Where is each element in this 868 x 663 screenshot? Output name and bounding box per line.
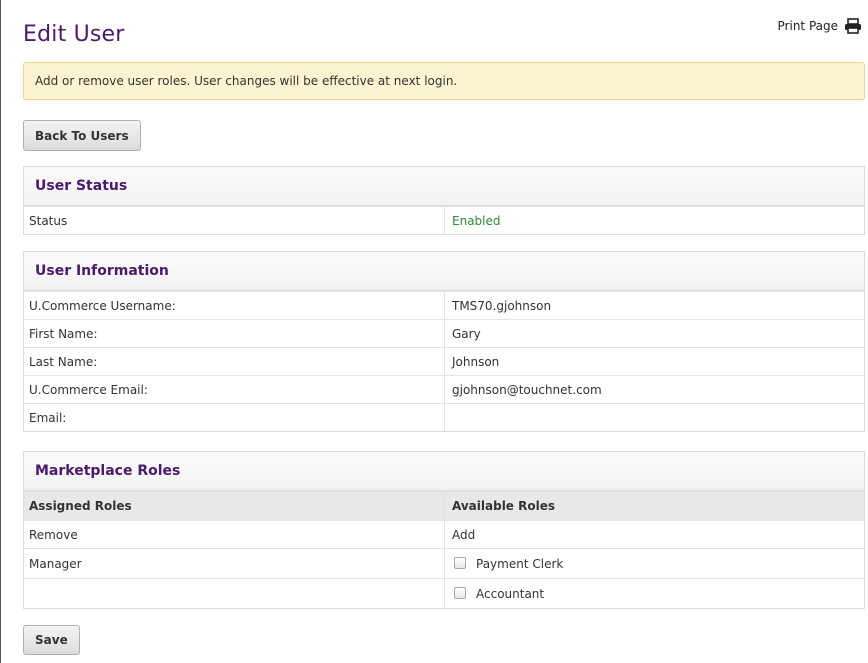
table-row: U.Commerce Email: gjohnson@touchnet.com — [24, 375, 864, 403]
remove-label: Remove — [24, 521, 445, 548]
last-name-value: Johnson — [452, 355, 500, 369]
back-to-users-button[interactable]: Back To Users — [23, 120, 141, 151]
marketplace-roles-heading: Marketplace Roles — [24, 452, 864, 491]
username-label: U.Commerce Username: — [24, 292, 445, 319]
page-title: Edit User — [23, 22, 125, 47]
assigned-role-empty — [24, 579, 445, 608]
email-label: Email: — [24, 404, 445, 431]
page-header: Edit User — [23, 22, 125, 47]
marketplace-roles-section: Marketplace Roles Assigned Roles Availab… — [23, 451, 865, 609]
save-button[interactable]: Save — [23, 625, 80, 655]
username-value: TMS70.gjohnson — [452, 299, 552, 313]
accountant-label: Accountant — [476, 587, 545, 601]
email-value — [445, 404, 864, 431]
available-roles-header: Available Roles — [452, 499, 556, 513]
first-name-label: First Name: — [24, 320, 445, 347]
table-row: Email: — [24, 403, 864, 431]
print-page-link[interactable]: Print Page — [778, 18, 862, 34]
first-name-value: Gary — [452, 327, 481, 341]
alert-message: Add or remove user roles. User changes w… — [35, 74, 458, 88]
table-row: Remove Add — [24, 520, 864, 548]
table-row: U.Commerce Username: TMS70.gjohnson — [24, 291, 864, 319]
status-label: Status — [24, 207, 445, 234]
accountant-checkbox[interactable] — [454, 587, 466, 599]
assigned-roles-header: Assigned Roles — [24, 492, 445, 520]
available-role-accountant: Accountant — [445, 579, 864, 608]
printer-icon — [845, 18, 861, 34]
user-status-section: User Status Status Enabled — [23, 166, 865, 235]
table-row: Manager Payment Clerk — [24, 548, 864, 578]
available-role-payment-clerk: Payment Clerk — [445, 549, 864, 578]
payment-clerk-label: Payment Clerk — [476, 557, 564, 571]
ucommerce-email-label: U.Commerce Email: — [24, 376, 445, 403]
payment-clerk-checkbox[interactable] — [454, 557, 466, 569]
info-alert: Add or remove user roles. User changes w… — [23, 62, 865, 100]
assigned-role-manager: Manager — [24, 549, 445, 578]
roles-header-row: Assigned Roles Available Roles — [24, 491, 864, 520]
ucommerce-email-value: gjohnson@touchnet.com — [452, 383, 602, 397]
user-status-heading: User Status — [24, 167, 864, 206]
user-information-section: User Information U.Commerce Username: TM… — [23, 251, 865, 432]
add-label: Add — [452, 528, 476, 542]
print-page-label: Print Page — [777, 19, 838, 33]
table-row: Last Name: Johnson — [24, 347, 864, 375]
last-name-label: Last Name: — [24, 348, 445, 375]
table-row: Accountant — [24, 578, 864, 608]
table-row: Status Enabled — [24, 206, 864, 234]
status-value: Enabled — [452, 214, 501, 228]
user-information-heading: User Information — [24, 252, 864, 291]
table-row: First Name: Gary — [24, 319, 864, 347]
